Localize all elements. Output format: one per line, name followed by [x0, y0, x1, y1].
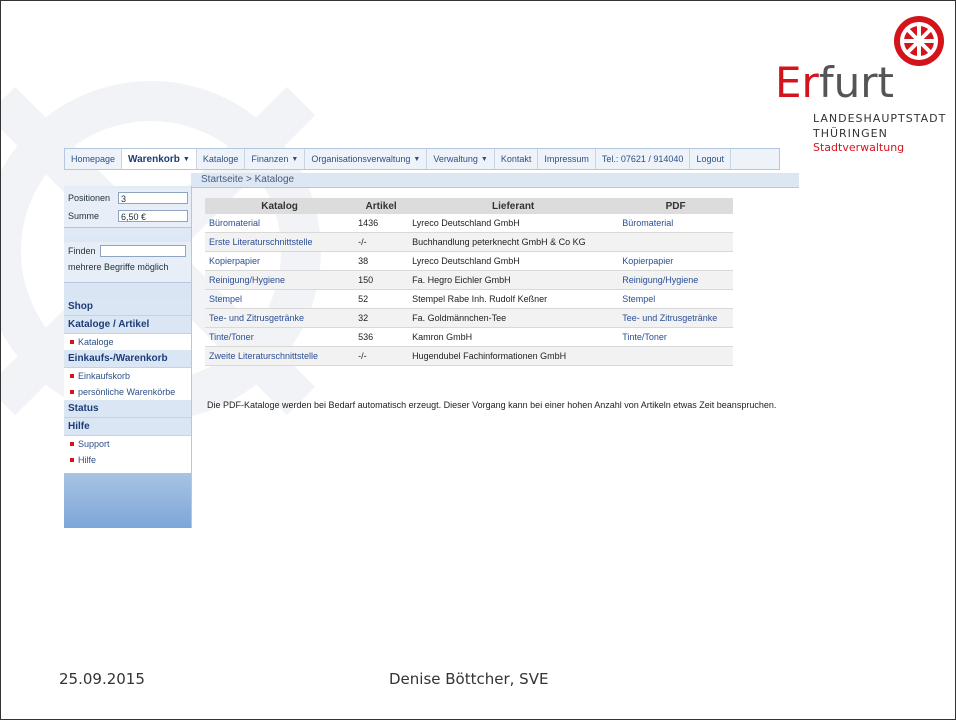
table-row: Tee- und Zitrusgetränke 32 Fa. Goldmännc…	[205, 308, 733, 328]
menu-item-einkaufskorb[interactable]: Einkaufskorb	[64, 368, 191, 384]
catalog-link[interactable]: Zweite Literaturschnittstelle	[205, 346, 355, 366]
pdf-info-note: Die PDF-Kataloge werden bei Bedarf autom…	[207, 400, 777, 410]
chevron-down-icon: ▼	[291, 155, 299, 163]
menu-item-persoenliche-warenkoerbe[interactable]: persönliche Warenkörbe	[64, 384, 191, 400]
sidebar: Positionen 3 Summe 6,50 € Finden mehrere…	[64, 186, 192, 528]
nav-organisationsverwaltung[interactable]: Organisationsverwaltung ▼	[305, 149, 428, 169]
search-input[interactable]	[100, 245, 186, 257]
menu-item-kataloge[interactable]: Kataloge	[64, 334, 191, 350]
table-row: Kopierpapier 38 Lyreco Deutschland GmbH …	[205, 251, 733, 271]
table-row: Reinigung/Hygiene 150 Fa. Hegro Eichler …	[205, 270, 733, 290]
nav-homepage[interactable]: Homepage	[65, 149, 123, 169]
logo-subtitle-2: THÜRINGEN	[813, 127, 888, 140]
nav-finanzen[interactable]: Finanzen ▼	[245, 149, 306, 169]
logo-subtitle-3: Stadtverwaltung	[813, 141, 905, 154]
pdf-link[interactable]: Tee- und Zitrusgetränke	[618, 308, 733, 328]
supplier: Kamron GmbH	[408, 327, 619, 347]
pdf-link[interactable]: Reinigung/Hygiene	[618, 270, 733, 290]
footer-date: 25.09.2015	[59, 670, 145, 688]
catalog-link[interactable]: Tee- und Zitrusgetränke	[205, 308, 355, 328]
pdf-link	[618, 232, 733, 252]
menu-item-hilfe[interactable]: Hilfe	[64, 452, 191, 473]
summe-label: Summe	[68, 211, 100, 221]
article-count: 38	[354, 251, 409, 271]
pdf-link[interactable]: Büromaterial	[618, 214, 733, 233]
pdf-link[interactable]: Stempel	[618, 289, 733, 309]
bullet-icon	[70, 442, 74, 446]
supplier: Hugendubel Fachinformationen GmbH	[408, 346, 619, 366]
pdf-link[interactable]: Kopierpapier	[618, 251, 733, 271]
summe-field: 6,50 €	[118, 210, 188, 222]
catalog-link[interactable]: Stempel	[205, 289, 355, 309]
breadcrumb: Startseite > Kataloge	[201, 174, 295, 185]
main-nav: Homepage Warenkorb ▼ Kataloge Finanzen ▼ O…	[64, 148, 780, 170]
supplier: Stempel Rabe Inh. Rudolf Keßner	[408, 289, 619, 309]
bullet-icon	[70, 458, 74, 462]
catalog-table: Katalog Artikel Lieferant PDF Büromateri…	[205, 198, 733, 366]
chevron-down-icon: ▼	[182, 155, 190, 163]
nav-verwaltung[interactable]: Verwaltung ▼	[427, 149, 495, 169]
search-box: Finden mehrere Begriffe möglich	[64, 242, 191, 283]
article-count: 536	[354, 327, 409, 347]
erfurt-logo: Erfurt LANDESHAUPTSTADT THÜRINGEN Stadtv…	[771, 9, 955, 159]
menu-header-status[interactable]: Status	[64, 400, 191, 418]
catalog-link[interactable]: Tinte/Toner	[205, 327, 355, 347]
catalog-link[interactable]: Reinigung/Hygiene	[205, 270, 355, 290]
chevron-down-icon: ▼	[413, 155, 421, 163]
nav-telefon: Tel.: 07621 / 914040	[596, 149, 691, 169]
pdf-link[interactable]: Tinte/Toner	[618, 327, 733, 347]
cart-summary-box: Positionen 3 Summe 6,50 €	[64, 189, 191, 228]
article-count: 52	[354, 289, 409, 309]
nav-logout[interactable]: Logout	[690, 149, 731, 169]
article-count: 150	[354, 270, 409, 290]
catalog-link[interactable]: Kopierpapier	[205, 251, 355, 271]
article-count: -/-	[354, 232, 409, 252]
erfurt-wheel-icon	[894, 16, 944, 66]
nav-warenkorb[interactable]: Warenkorb ▼	[122, 149, 197, 169]
col-header-lieferant: Lieferant	[408, 198, 619, 214]
nav-impressum[interactable]: Impressum	[538, 149, 596, 169]
supplier: Lyreco Deutschland GmbH	[408, 214, 619, 233]
logo-wordmark: Erfurt	[775, 58, 894, 107]
chevron-down-icon: ▼	[480, 155, 488, 163]
menu-header-hilfe[interactable]: Hilfe	[64, 418, 191, 436]
menu-header-shop[interactable]: Shop	[64, 298, 191, 316]
bullet-icon	[70, 390, 74, 394]
sidebar-menu: Shop Kataloge / Artikel Kataloge Einkauf…	[64, 298, 191, 473]
col-header-artikel: Artikel	[354, 198, 409, 214]
supplier: Buchhandlung peterknecht GmbH & Co KG	[408, 232, 619, 252]
nav-kataloge[interactable]: Kataloge	[197, 149, 246, 169]
table-row: Zweite Literaturschnittstelle -/- Hugend…	[205, 346, 733, 366]
menu-header-kataloge-artikel[interactable]: Kataloge / Artikel	[64, 316, 191, 334]
bullet-icon	[70, 340, 74, 344]
catalog-link[interactable]: Büromaterial	[205, 214, 355, 233]
article-count: -/-	[354, 346, 409, 366]
finden-label: Finden	[68, 246, 96, 256]
positionen-field: 3	[118, 192, 188, 204]
slide: Erfurt LANDESHAUPTSTADT THÜRINGEN Stadtv…	[0, 0, 956, 720]
menu-header-einkaufs-warenkorb[interactable]: Einkaufs-/Warenkorb	[64, 350, 191, 368]
menu-item-support[interactable]: Support	[64, 436, 191, 452]
table-row: Tinte/Toner 536 Kamron GmbH Tinte/Toner	[205, 327, 733, 347]
nav-kontakt[interactable]: Kontakt	[495, 149, 539, 169]
supplier: Fa. Goldmännchen-Tee	[408, 308, 619, 328]
footer-author: Denise Böttcher, SVE	[389, 670, 549, 688]
col-header-katalog: Katalog	[205, 198, 355, 214]
col-header-pdf: PDF	[618, 198, 733, 214]
bullet-icon	[70, 374, 74, 378]
supplier: Lyreco Deutschland GmbH	[408, 251, 619, 271]
search-hint: mehrere Begriffe möglich	[68, 262, 169, 272]
table-row: Stempel 52 Stempel Rabe Inh. Rudolf Keßn…	[205, 289, 733, 309]
article-count: 1436	[354, 214, 409, 233]
catalog-link[interactable]: Erste Literaturschnittstelle	[205, 232, 355, 252]
supplier: Fa. Hegro Eichler GmbH	[408, 270, 619, 290]
logo-subtitle-1: LANDESHAUPTSTADT	[813, 112, 947, 125]
table-row: Erste Literaturschnittstelle -/- Buchhan…	[205, 232, 733, 252]
table-row: Büromaterial 1436 Lyreco Deutschland Gmb…	[205, 214, 733, 233]
pdf-link	[618, 346, 733, 366]
positionen-label: Positionen	[68, 193, 111, 203]
article-count: 32	[354, 308, 409, 328]
table-header-row: Katalog Artikel Lieferant PDF	[205, 198, 733, 214]
